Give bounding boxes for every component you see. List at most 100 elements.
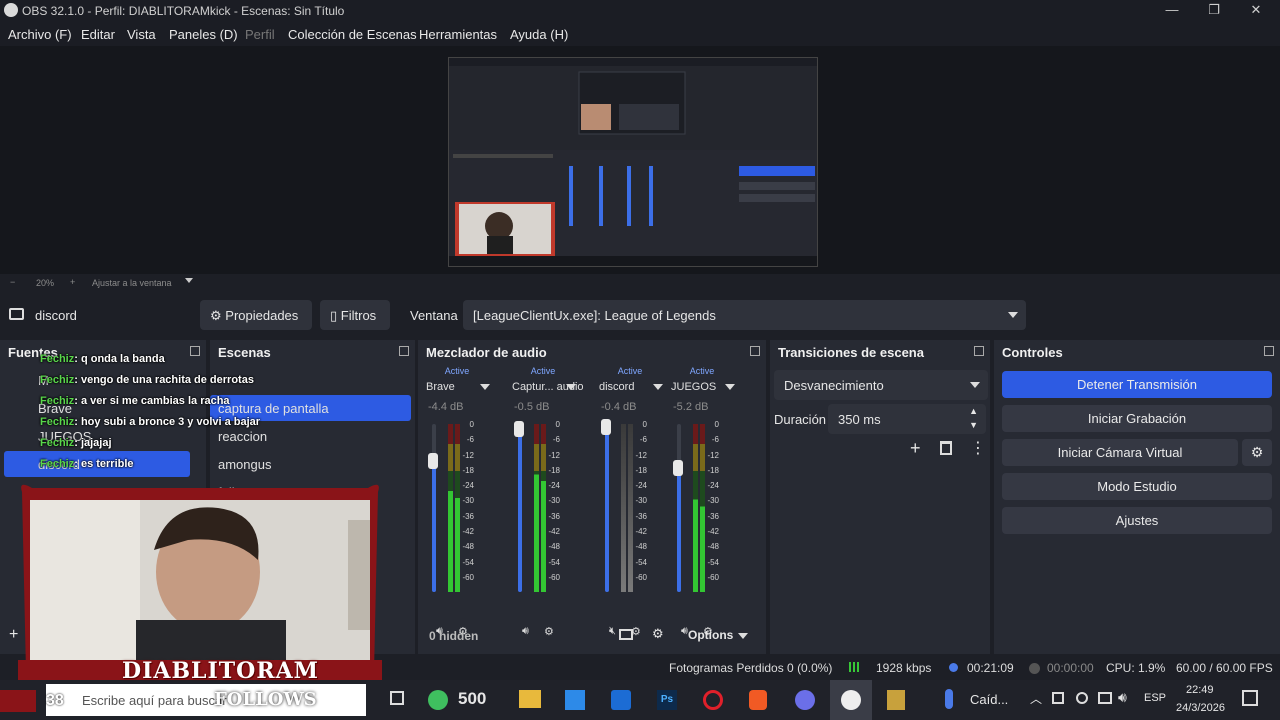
trash-icon[interactable] bbox=[940, 441, 952, 455]
chevron-up-icon[interactable]: ︿ bbox=[1030, 690, 1042, 707]
studio-mode-button[interactable]: Modo Estudio bbox=[1002, 473, 1272, 500]
float-dock-icon[interactable] bbox=[974, 346, 984, 356]
float-dock-icon[interactable] bbox=[1264, 346, 1274, 356]
language-indicator[interactable]: ESP bbox=[1144, 692, 1166, 704]
chevron-down-icon[interactable] bbox=[725, 384, 735, 390]
taskbar-search[interactable]: Escribe aquí para buscar bbox=[46, 684, 366, 716]
start-virtual-camera-button[interactable]: Iniciar Cámara Virtual bbox=[1002, 439, 1238, 466]
meter-tick-label: -12 bbox=[548, 450, 560, 460]
volume-icon[interactable]: 🔊︎ bbox=[1118, 689, 1127, 706]
league-icon[interactable] bbox=[887, 690, 905, 710]
volume-slider-handle[interactable] bbox=[428, 452, 438, 469]
options-button[interactable]: Options bbox=[678, 624, 758, 646]
stream-indicator-icon bbox=[949, 663, 958, 672]
meter-tick-label: -48 bbox=[462, 542, 474, 552]
channel-name[interactable]: discord bbox=[599, 381, 634, 393]
speaker-icon[interactable]: 🔊︎ bbox=[522, 625, 529, 638]
brave-icon[interactable] bbox=[749, 690, 767, 710]
menu-editar[interactable]: Editar bbox=[81, 27, 115, 42]
menu-archivo[interactable]: Archivo (F) bbox=[8, 27, 72, 42]
menu-ayuda[interactable]: Ayuda (H) bbox=[510, 27, 568, 42]
layout-toggle-icon[interactable] bbox=[619, 629, 633, 640]
meter-tick-label: -36 bbox=[548, 511, 560, 521]
file-explorer-icon[interactable] bbox=[519, 690, 541, 708]
volume-slider[interactable] bbox=[605, 424, 609, 592]
photoshop-icon[interactable]: Ps bbox=[657, 690, 677, 710]
meter-tick-label: -30 bbox=[635, 496, 647, 506]
clock-time[interactable]: 22:49 bbox=[1186, 684, 1214, 696]
meter-tick-label: -54 bbox=[462, 557, 474, 567]
more-options-icon[interactable]: ⋮ bbox=[970, 438, 986, 458]
menu-perfil[interactable]: Perfil bbox=[245, 27, 275, 42]
network-icon[interactable] bbox=[1098, 692, 1112, 704]
active-label: Active bbox=[617, 366, 643, 376]
volume-slider-handle[interactable] bbox=[514, 421, 524, 438]
dropped-frames: Fotogramas Perdidos 0 (0.0%) bbox=[669, 661, 833, 675]
transition-select[interactable]: Desvanecimiento bbox=[774, 370, 988, 400]
zoom-in-button[interactable]: + bbox=[70, 277, 75, 287]
camera-tray-icon[interactable] bbox=[1052, 692, 1064, 704]
chevron-down-icon[interactable]: ▼ bbox=[969, 420, 978, 430]
minimize-button[interactable]: — bbox=[1152, 1, 1192, 21]
active-label: Active bbox=[444, 366, 470, 376]
meter-tick-label: -6 bbox=[711, 435, 719, 445]
task-view-icon[interactable] bbox=[390, 691, 404, 705]
app-icon[interactable] bbox=[428, 690, 448, 710]
settings-button[interactable]: Ajustes bbox=[1002, 507, 1272, 534]
volume-slider[interactable] bbox=[677, 424, 681, 592]
menu-vista[interactable]: Vista bbox=[127, 27, 156, 42]
properties-button[interactable]: ⚙ Propiedades bbox=[200, 300, 312, 330]
chevron-down-icon[interactable] bbox=[185, 278, 193, 283]
opera-icon[interactable] bbox=[703, 690, 723, 710]
menu-paneles[interactable]: Paneles (D) bbox=[169, 27, 238, 42]
close-button[interactable]: ✕ bbox=[1236, 1, 1276, 21]
chat-user: Fechiz bbox=[40, 458, 75, 470]
fit-window-select[interactable]: Ajustar a la ventana bbox=[92, 278, 172, 288]
chevron-down-icon[interactable] bbox=[480, 384, 490, 390]
store-icon[interactable] bbox=[565, 690, 585, 710]
muted-speaker-icon[interactable]: 🔇︎ bbox=[609, 625, 616, 638]
add-transition-button[interactable]: + bbox=[910, 438, 921, 459]
clock-date[interactable]: 24/3/2026 bbox=[1176, 702, 1225, 714]
duration-spinbox[interactable]: 350 ms ▲ ▼ bbox=[828, 404, 986, 434]
weather-text[interactable]: Caíd... bbox=[970, 692, 1008, 707]
meter-tick-label: -60 bbox=[548, 572, 560, 582]
meter-tick-label: -6 bbox=[639, 435, 647, 445]
filters-label: Filtros bbox=[340, 308, 377, 323]
start-recording-button[interactable]: Iniciar Grabación bbox=[1002, 405, 1272, 432]
volume-slider[interactable] bbox=[518, 424, 522, 592]
hidden-count[interactable]: 0 hidden bbox=[429, 629, 478, 643]
float-dock-icon[interactable] bbox=[190, 346, 200, 356]
discord-icon[interactable] bbox=[795, 690, 815, 710]
filters-button[interactable]: ▯ Filtros bbox=[320, 300, 390, 330]
gear-icon[interactable]: ⚙ bbox=[544, 625, 554, 638]
volume-slider[interactable] bbox=[432, 424, 436, 592]
volume-slider-handle[interactable] bbox=[601, 419, 611, 436]
fps: 60.00 / 60.00 FPS bbox=[1176, 661, 1273, 675]
scene-item[interactable]: amongus bbox=[210, 451, 411, 477]
chevron-down-icon[interactable] bbox=[566, 384, 576, 390]
float-dock-icon[interactable] bbox=[750, 346, 760, 356]
zoom-out-button[interactable]: − bbox=[10, 277, 15, 287]
menu-coleccion-escenas[interactable]: Colección de Escenas bbox=[288, 27, 417, 42]
virtual-camera-settings-button[interactable]: ⚙ bbox=[1242, 439, 1272, 466]
float-dock-icon[interactable] bbox=[399, 346, 409, 356]
preview-canvas[interactable] bbox=[448, 57, 818, 267]
volume-slider-handle[interactable] bbox=[673, 459, 683, 476]
outlook-icon[interactable] bbox=[611, 690, 631, 710]
stop-stream-button[interactable]: Detener Transmisión bbox=[1002, 371, 1272, 398]
notifications-icon[interactable] bbox=[1242, 690, 1258, 706]
gear-icon[interactable]: ⚙ bbox=[652, 626, 664, 642]
channel-name[interactable]: JUEGOS bbox=[671, 381, 716, 393]
chevron-down-icon[interactable] bbox=[653, 384, 663, 390]
meter-tick-label: -36 bbox=[462, 511, 474, 521]
chevron-up-icon[interactable]: ▲ bbox=[969, 406, 978, 416]
window-select[interactable]: [LeagueClientUx.exe]: League of Legends bbox=[463, 300, 1026, 330]
chat-message: Fechiz: q onda la banda bbox=[40, 353, 165, 365]
add-source-button[interactable]: + bbox=[9, 626, 18, 644]
channel-name[interactable]: Brave bbox=[426, 381, 455, 393]
webcam-overlay: DIABLITORAM bbox=[18, 480, 382, 684]
restore-button[interactable]: ❐ bbox=[1194, 1, 1234, 21]
menu-herramientas[interactable]: Herramientas bbox=[419, 27, 497, 42]
meet-now-icon[interactable] bbox=[1076, 692, 1088, 704]
